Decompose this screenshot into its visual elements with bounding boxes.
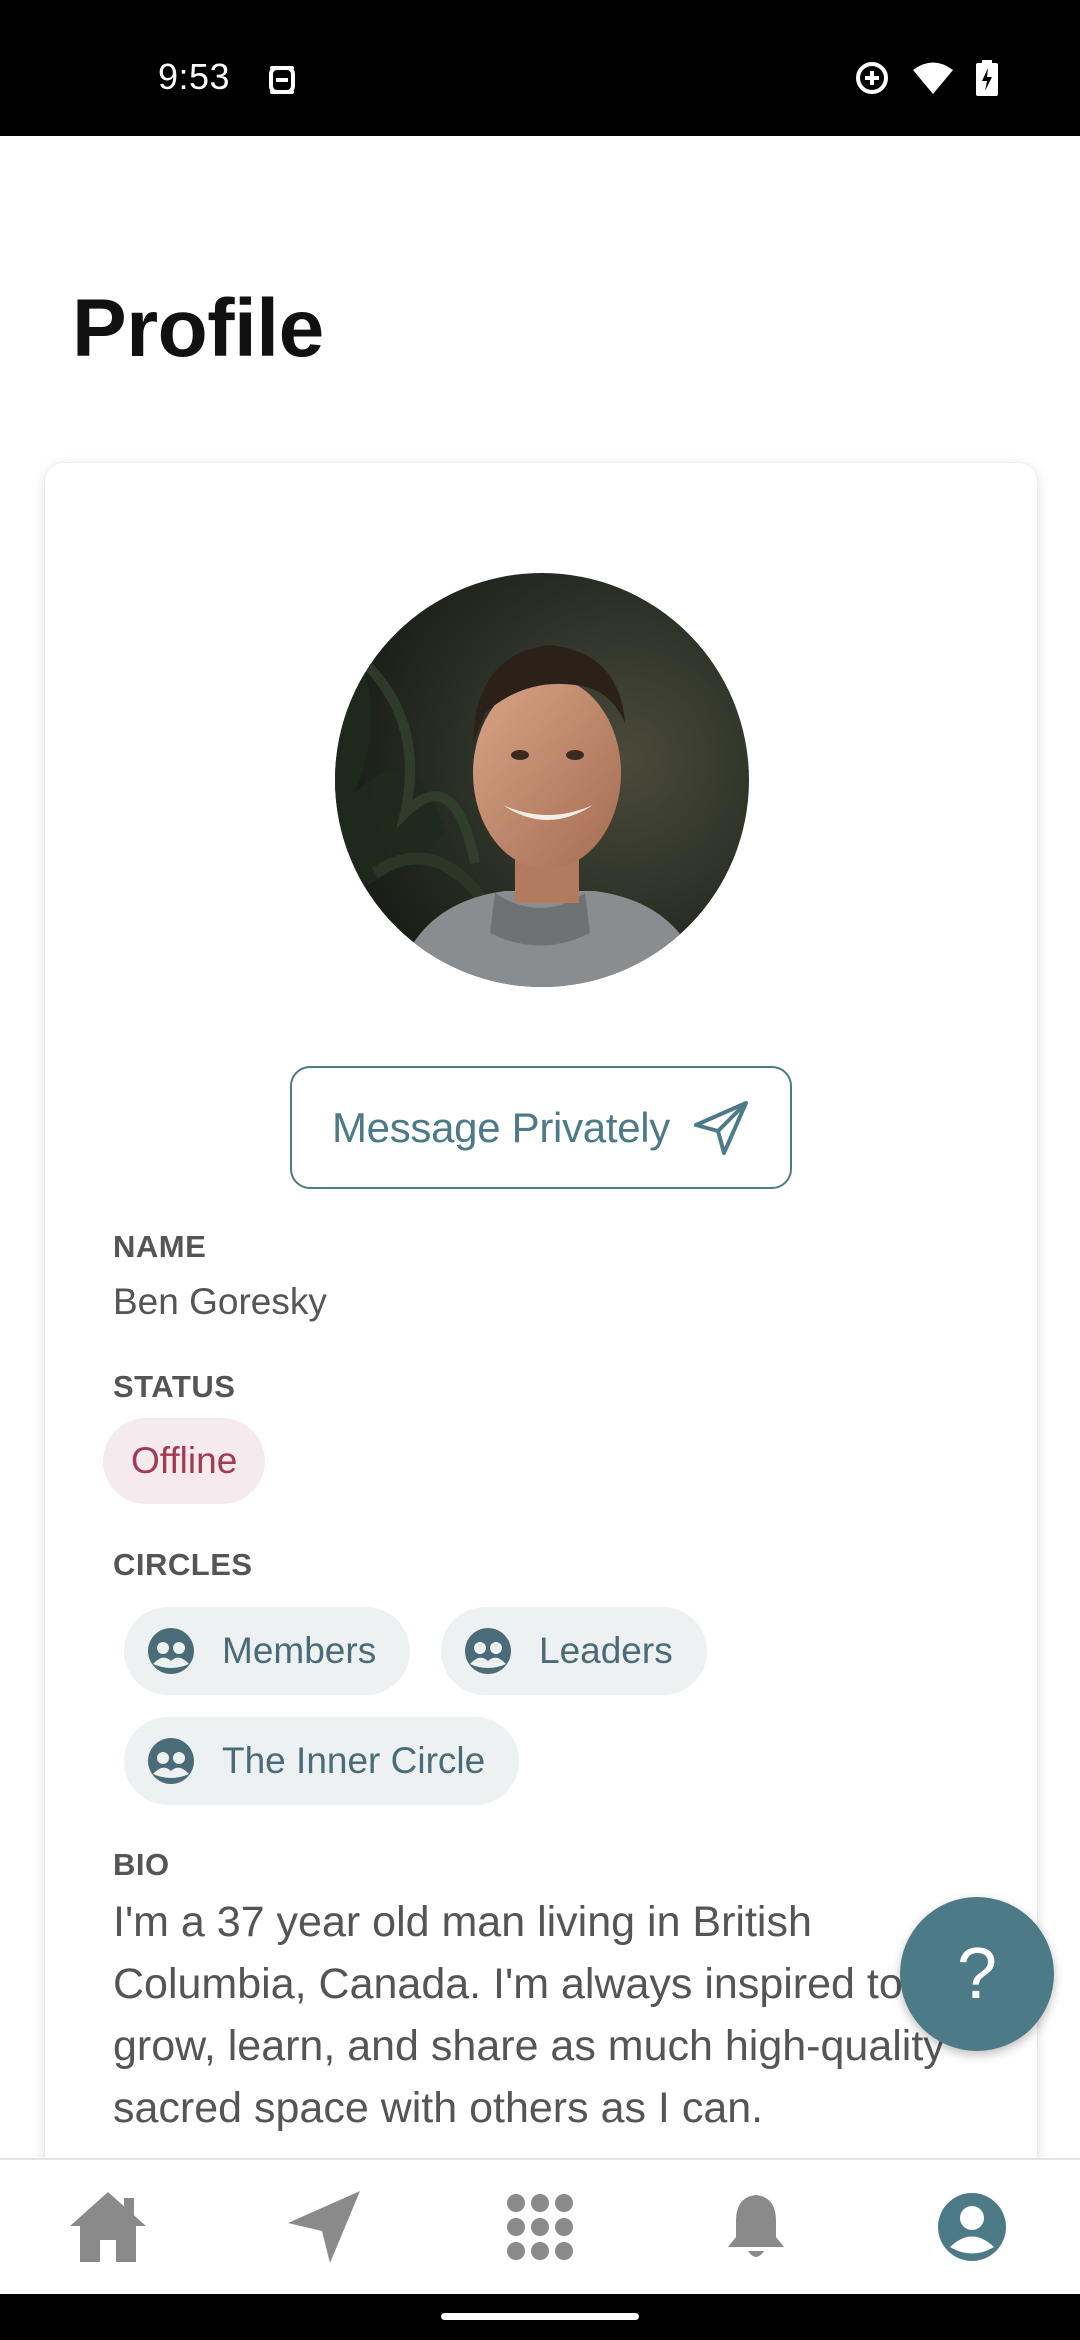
- circle-chip-leaders[interactable]: Leaders: [441, 1607, 707, 1695]
- profile-photo: [335, 573, 749, 987]
- nav-item-messages[interactable]: [264, 2167, 384, 2287]
- circle-chip-label: Leaders: [539, 1630, 673, 1671]
- circle-chip-label: The Inner Circle: [222, 1740, 486, 1781]
- grid-icon: [507, 2194, 573, 2260]
- status-icons: [854, 60, 998, 96]
- nav-item-profile[interactable]: [912, 2167, 1032, 2287]
- profile-card: Message Privately NAME Ben Goresky STATU…: [45, 463, 1037, 2253]
- bio-label: BIO: [113, 1847, 170, 1882]
- battery-charging-icon: [976, 60, 998, 96]
- account-icon: [938, 2193, 1006, 2261]
- status-value: Offline: [131, 1440, 238, 1481]
- circle-chip-label: Members: [222, 1630, 377, 1671]
- home-icon: [70, 2192, 146, 2262]
- circles-label: CIRCLES: [113, 1547, 253, 1582]
- bell-icon: [728, 2195, 784, 2257]
- wifi-icon: [913, 62, 953, 94]
- page-title: Profile: [72, 283, 324, 374]
- circle-chip-inner-circle[interactable]: The Inner Circle: [124, 1717, 520, 1805]
- send-icon: [288, 2191, 360, 2263]
- help-icon: ?: [956, 1934, 998, 2014]
- status-bar: 9:53: [0, 0, 1080, 136]
- nav-item-home[interactable]: [48, 2167, 168, 2287]
- send-icon: [694, 1100, 749, 1155]
- nav-item-notifications[interactable]: [696, 2167, 816, 2287]
- message-privately-label: Message Privately: [331, 1103, 671, 1151]
- home-gesture-handle[interactable]: [441, 2313, 639, 2320]
- help-button[interactable]: ?: [900, 1897, 1054, 2051]
- group-icon: [148, 1738, 194, 1784]
- data-saver-icon: [856, 62, 888, 94]
- status-badge: Offline: [103, 1418, 266, 1504]
- name-label: NAME: [113, 1229, 207, 1264]
- bio-text: I'm a 37 year old man living in British …: [113, 1898, 945, 2132]
- app-notification-icon: [269, 66, 295, 94]
- nav-item-apps[interactable]: [480, 2167, 600, 2287]
- circle-chip-members[interactable]: Members: [124, 1607, 411, 1695]
- group-icon: [465, 1628, 511, 1674]
- bottom-nav: [0, 2158, 1080, 2294]
- group-icon: [148, 1628, 194, 1674]
- avatar[interactable]: [335, 573, 749, 987]
- status-time: 9:53: [158, 56, 231, 97]
- message-privately-button[interactable]: Message Privately: [290, 1066, 792, 1189]
- name-value: Ben Goresky: [113, 1281, 327, 1322]
- status-label: STATUS: [113, 1369, 236, 1404]
- gesture-bar: [0, 2294, 1080, 2340]
